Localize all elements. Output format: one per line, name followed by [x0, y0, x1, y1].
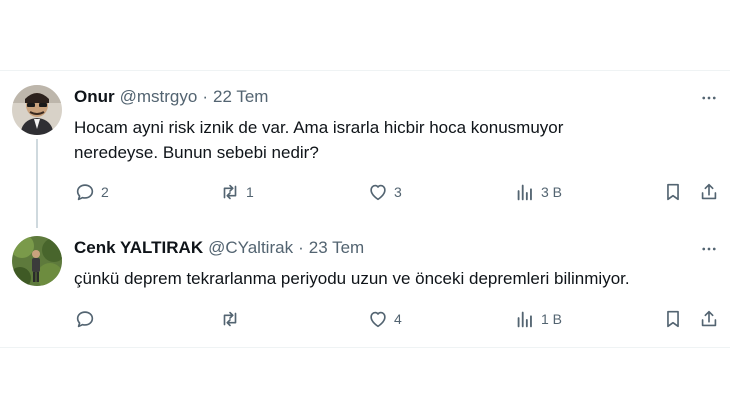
like-count: 4 [394, 311, 402, 327]
tweet-header: Cenk YALTIRAK @CYaltirak · 23 Tem [74, 238, 364, 258]
action-bar: 4 1 B [74, 307, 724, 331]
share-button[interactable] [698, 307, 720, 331]
tweet-cenk-yaltirak[interactable]: Cenk YALTIRAK @CYaltirak · 23 Tem çünkü … [0, 0, 730, 350]
analytics-icon [517, 311, 532, 328]
author-handle[interactable]: @CYaltirak [208, 238, 293, 258]
bookmark-button[interactable] [662, 307, 684, 331]
separator-dot: · [298, 238, 304, 257]
view-count: 1 B [541, 311, 563, 327]
retweet-icon [223, 311, 237, 327]
author-name[interactable]: Cenk YALTIRAK [74, 238, 203, 258]
tweet-date[interactable]: 23 Tem [309, 238, 364, 258]
tweet-text: çünkü deprem tekrarlanma periyodu uzun v… [74, 266, 714, 291]
tweet-text-line: çünkü deprem tekrarlanma periyodu uzun v… [74, 269, 630, 288]
reply-button[interactable] [74, 307, 101, 331]
bookmark-icon [667, 310, 679, 328]
views-button[interactable]: 1 B [514, 307, 562, 331]
retweet-button[interactable] [219, 307, 246, 331]
avatar[interactable] [12, 236, 62, 286]
reply-icon [76, 311, 94, 328]
more-icon[interactable] [698, 238, 720, 260]
share-icon [701, 310, 717, 327]
like-button[interactable]: 4 [367, 307, 402, 331]
heart-icon [370, 311, 386, 328]
avatar-image [12, 236, 62, 286]
bottom-divider [0, 347, 730, 348]
